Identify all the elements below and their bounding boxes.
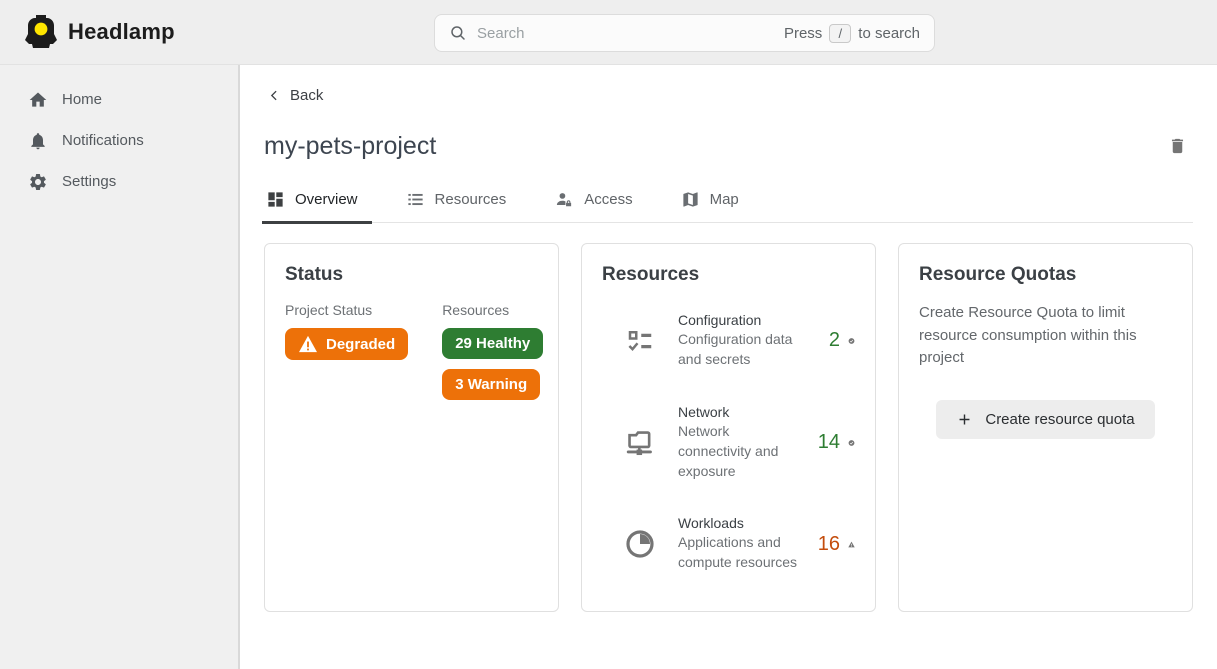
status-card: Status Project Status Degraded (264, 243, 559, 612)
sidebar-item-settings[interactable]: Settings (0, 161, 238, 202)
tab-label: Resources (435, 191, 507, 208)
map-icon (681, 190, 700, 209)
search-icon (449, 24, 467, 42)
sidebar-item-home[interactable]: Home (0, 79, 238, 120)
gear-icon (28, 172, 48, 192)
main-content: Back my-pets-project Overview (240, 65, 1217, 669)
resource-row-workloads: Workloads Applications and compute resou… (602, 515, 855, 573)
create-resource-quota-button[interactable]: Create resource quota (936, 400, 1154, 439)
headlamp-logo-icon (24, 14, 58, 50)
status-card-title: Status (285, 264, 538, 286)
warning-triangle-icon (298, 335, 318, 353)
checklist-icon (624, 326, 656, 356)
sidebar-item-label: Settings (62, 173, 116, 190)
resource-quotas-card: Resource Quotas Create Resource Quota to… (898, 243, 1193, 612)
badge-text: 3 Warning (455, 376, 527, 393)
headlamp-logo[interactable]: Headlamp (0, 14, 175, 50)
tab-label: Overview (295, 191, 358, 208)
resource-row-configuration: Configuration Configuration data and sec… (602, 312, 855, 370)
button-label: Create resource quota (985, 411, 1134, 428)
brand-name: Headlamp (68, 19, 175, 45)
badge-text: 29 Healthy (455, 335, 530, 352)
resource-row-network: Network Network connectivity and exposur… (602, 404, 855, 482)
pie-chart-icon (624, 528, 656, 560)
status-badge-warning: 3 Warning (442, 369, 540, 400)
sidebar-item-notifications[interactable]: Notifications (0, 120, 238, 161)
chevron-left-icon (268, 89, 281, 102)
tab-bar: Overview Resources (264, 186, 1193, 223)
tab-map[interactable]: Map (679, 186, 741, 222)
search-shortcut-hint: Press / to search (784, 24, 920, 43)
topbar: Headlamp Press / to search (0, 0, 1217, 65)
back-label: Back (290, 87, 323, 104)
hint-suffix: to search (858, 25, 920, 42)
tab-resources[interactable]: Resources (404, 186, 509, 222)
back-button[interactable]: Back (264, 85, 327, 106)
person-lock-icon (554, 190, 574, 209)
trash-icon (1168, 136, 1187, 156)
tab-access[interactable]: Access (552, 186, 634, 222)
quotas-description: Create Resource Quota to limit resource … (919, 302, 1172, 370)
resources-status-column: Resources 29 Healthy 3 Warning (442, 302, 543, 410)
check-circle-icon (848, 432, 855, 454)
hint-press: Press (784, 25, 822, 42)
resources-card: Resources Configurati (581, 243, 876, 612)
home-icon (28, 90, 48, 110)
badge-text: Degraded (326, 336, 395, 353)
resources-card-title: Resources (602, 264, 855, 286)
network-folder-icon (623, 427, 657, 459)
resource-name: Workloads (678, 515, 800, 531)
project-status-column: Project Status Degraded (285, 302, 408, 410)
resource-count: 14 (814, 431, 840, 454)
project-status-label: Project Status (285, 302, 408, 318)
resource-description: Applications and compute resources (678, 533, 800, 573)
resources-status-label: Resources (442, 302, 543, 318)
check-circle-icon (848, 330, 855, 352)
resource-description: Network connectivity and exposure (678, 422, 800, 482)
list-icon (406, 190, 425, 209)
dashboard-icon (266, 190, 285, 209)
resource-name: Configuration (678, 312, 800, 328)
search-input[interactable] (477, 25, 784, 42)
resource-description: Configuration data and secrets (678, 330, 800, 370)
bell-icon (28, 131, 48, 151)
sidebar-item-label: Home (62, 91, 102, 108)
search-bar[interactable]: Press / to search (434, 14, 935, 52)
plus-icon (956, 411, 973, 428)
sidebar-item-label: Notifications (62, 132, 144, 149)
slash-key-hint: / (829, 24, 851, 43)
delete-project-button[interactable] (1162, 130, 1193, 162)
tab-label: Map (710, 191, 739, 208)
sidebar: Home Notifications Settings (0, 65, 240, 669)
status-badge-degraded: Degraded (285, 328, 408, 360)
warning-triangle-icon (848, 534, 855, 555)
resource-name: Network (678, 404, 800, 420)
resource-count: 2 (814, 329, 840, 352)
tab-label: Access (584, 191, 632, 208)
page-title: my-pets-project (264, 132, 436, 161)
status-badge-healthy: 29 Healthy (442, 328, 543, 359)
quotas-card-title: Resource Quotas (919, 264, 1172, 286)
resource-count: 16 (814, 533, 840, 556)
tab-overview[interactable]: Overview (264, 186, 360, 222)
